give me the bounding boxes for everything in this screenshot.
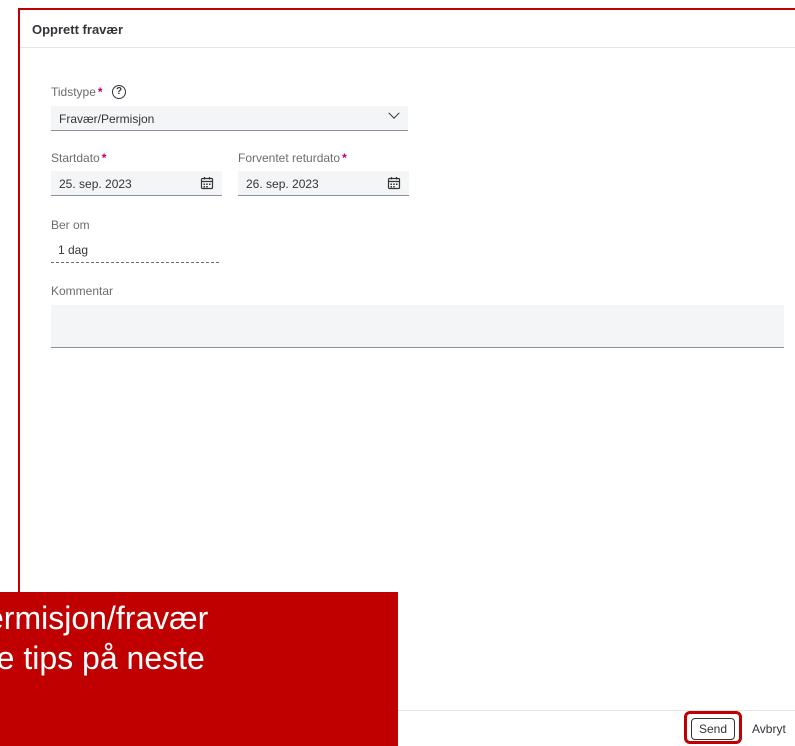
- dialog-title: Opprett fravær: [32, 22, 124, 37]
- required-marker: *: [97, 85, 103, 99]
- calendar-icon[interactable]: [200, 176, 214, 190]
- time-type-label: Tidstype *: [51, 85, 103, 99]
- time-type-value: Fravær/Permisjon: [59, 112, 155, 126]
- comment-label: Kommentar: [51, 284, 114, 298]
- overlay-text-line-2: re tips på neste: [0, 640, 205, 676]
- requests-value: 1 dag: [58, 243, 89, 257]
- help-icon[interactable]: ?: [112, 85, 126, 99]
- required-marker: *: [101, 151, 107, 165]
- cancel-button[interactable]: Avbryt: [752, 722, 786, 736]
- dialog-header: Opprett fravær: [20, 10, 795, 48]
- start-date-value: 25. sep. 2023: [59, 177, 132, 191]
- expected-return-label: Forventet returdato *: [238, 151, 347, 165]
- required-marker: *: [342, 151, 347, 165]
- chevron-down-icon: [388, 107, 400, 119]
- expected-return-field[interactable]: 26. sep. 2023: [238, 171, 409, 196]
- requests-label: Ber om: [51, 218, 90, 232]
- overlay-text-line-1: ermisjon/fravær: [0, 600, 209, 636]
- time-type-select[interactable]: Fravær/Permisjon: [51, 106, 408, 131]
- start-date-field[interactable]: 25. sep. 2023: [51, 171, 222, 196]
- tutorial-overlay-box: ermisjon/fravær re tips på neste: [0, 592, 398, 746]
- start-date-label: Startdato *: [51, 151, 107, 165]
- calendar-icon[interactable]: [387, 176, 401, 190]
- send-button[interactable]: Send: [691, 718, 735, 740]
- requests-underline: [51, 262, 219, 263]
- comment-textarea[interactable]: [51, 305, 784, 348]
- expected-return-value: 26. sep. 2023: [246, 177, 319, 191]
